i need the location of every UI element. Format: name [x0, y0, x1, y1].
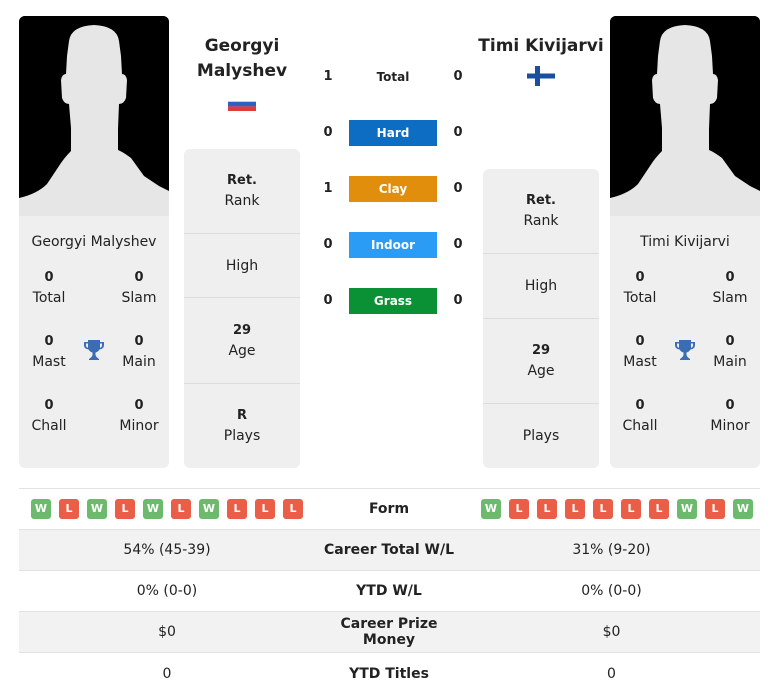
prize-money-row: $0 Career Prize Money $0 — [19, 612, 760, 653]
player1-card-name: Georgyi Malyshev — [31, 234, 157, 250]
h2h-indoor: 0 Indoor 0 — [318, 232, 468, 258]
form-row: WLWLWLWLLL Form WLLLLLLWLW — [19, 489, 760, 530]
stats-table: WLWLWLWLLL Form WLLLLLLWLW 54% (45-39) C… — [19, 488, 760, 694]
loss-badge[interactable]: L — [283, 499, 303, 519]
player2-card-name: Timi Kivijarvi — [640, 234, 730, 250]
player1-form: WLWLWLWLLL — [19, 499, 315, 519]
player1-name-link[interactable]: Georgyi Malyshev — [184, 34, 300, 84]
h2h-grass: 0 Grass 0 — [318, 288, 468, 314]
titles-slam: 0 Slam — [121, 270, 157, 306]
titles-slam: 0 Slam — [712, 270, 748, 306]
win-badge[interactable]: W — [733, 499, 753, 519]
player1-card: Georgyi Malyshev 0 Total 0 Slam 0 Mast 0 Mai… — [19, 16, 169, 468]
win-badge[interactable]: W — [31, 499, 51, 519]
titles-mast: 0 Mast — [623, 334, 657, 370]
titles-minor: 0 Minor — [710, 398, 750, 434]
titles-minor: 0 Minor — [119, 398, 159, 434]
titles-mast: 0 Mast — [32, 334, 66, 370]
grass-badge[interactable]: Grass — [349, 288, 437, 314]
titles-main: 0 Main — [713, 334, 747, 370]
titles-total: 0 Total — [32, 270, 66, 306]
h2h-hard: 0 Hard 0 — [318, 120, 468, 146]
loss-badge[interactable]: L — [227, 499, 247, 519]
indoor-badge[interactable]: Indoor — [349, 232, 437, 258]
win-badge[interactable]: W — [481, 499, 501, 519]
age-row: 29 Age — [184, 298, 300, 384]
loss-badge[interactable]: L — [705, 499, 725, 519]
player2-info: Ret. Rank High 29 Age Plays — [483, 169, 599, 468]
loss-badge[interactable]: L — [565, 499, 585, 519]
win-badge[interactable]: W — [199, 499, 219, 519]
loss-badge[interactable]: L — [509, 499, 529, 519]
ytd-titles-row: 0 YTD Titles 0 — [162, 665, 616, 682]
player2-card: Timi Kivijarvi 0 Total 0 Slam 0 Mast 0 Main … — [610, 16, 760, 468]
rank-row: Ret. Rank — [184, 149, 300, 234]
loss-badge[interactable]: L — [593, 499, 613, 519]
win-badge[interactable]: W — [143, 499, 163, 519]
clay-badge[interactable]: Clay — [349, 176, 437, 202]
age-row: 29 Age — [483, 319, 599, 404]
loss-badge[interactable]: L — [537, 499, 557, 519]
player1-photo[interactable] — [19, 16, 169, 216]
player1-titles: 0 Total 0 Slam 0 Mast 0 Main 0 Chall 0 Minor — [19, 268, 169, 468]
titles-total: 0 Total — [623, 270, 657, 306]
hard-badge[interactable]: Hard — [349, 120, 437, 146]
player2-form: WLLLLLLWLW — [463, 499, 760, 519]
ytd-wl-row: 0% (0-0) YTD W/L 0% (0-0) — [19, 571, 760, 612]
loss-badge[interactable]: L — [255, 499, 275, 519]
loss-badge[interactable]: L — [171, 499, 191, 519]
silhouette-icon — [610, 16, 760, 216]
h2h-clay: 1 Clay 0 — [318, 176, 468, 202]
player1-info: Ret. Rank High 29 Age R Plays — [184, 149, 300, 468]
trophy-icon — [675, 340, 695, 360]
titles-main: 0 Main — [122, 334, 156, 370]
h2h-total: 1 Total 0 — [323, 69, 463, 84]
silhouette-icon — [19, 16, 169, 216]
high-row: High — [483, 254, 599, 319]
russia-flag-icon — [228, 97, 256, 111]
rank-row: Ret. Rank — [483, 169, 599, 254]
win-badge[interactable]: W — [677, 499, 697, 519]
player2-titles: 0 Total 0 Slam 0 Mast 0 Main 0 Chall 0 Minor — [610, 268, 760, 468]
career-wl-row: 54% (45-39) Career Total W/L 31% (9-20) — [19, 530, 760, 571]
plays-row: Plays — [522, 428, 560, 444]
titles-chall: 0 Chall — [31, 398, 67, 434]
win-badge[interactable]: W — [87, 499, 107, 519]
loss-badge[interactable]: L — [621, 499, 641, 519]
form-label: Form — [368, 501, 410, 517]
finland-flag-icon — [527, 66, 555, 86]
titles-chall: 0 Chall — [622, 398, 658, 434]
player2-name-link[interactable]: Timi Kivijarvi — [478, 34, 604, 59]
loss-badge[interactable]: L — [59, 499, 79, 519]
plays-row: R Plays — [223, 408, 261, 444]
player2-photo[interactable] — [610, 16, 760, 216]
trophy-icon — [84, 340, 104, 360]
high-row: High — [184, 234, 300, 298]
loss-badge[interactable]: L — [115, 499, 135, 519]
loss-badge[interactable]: L — [649, 499, 669, 519]
